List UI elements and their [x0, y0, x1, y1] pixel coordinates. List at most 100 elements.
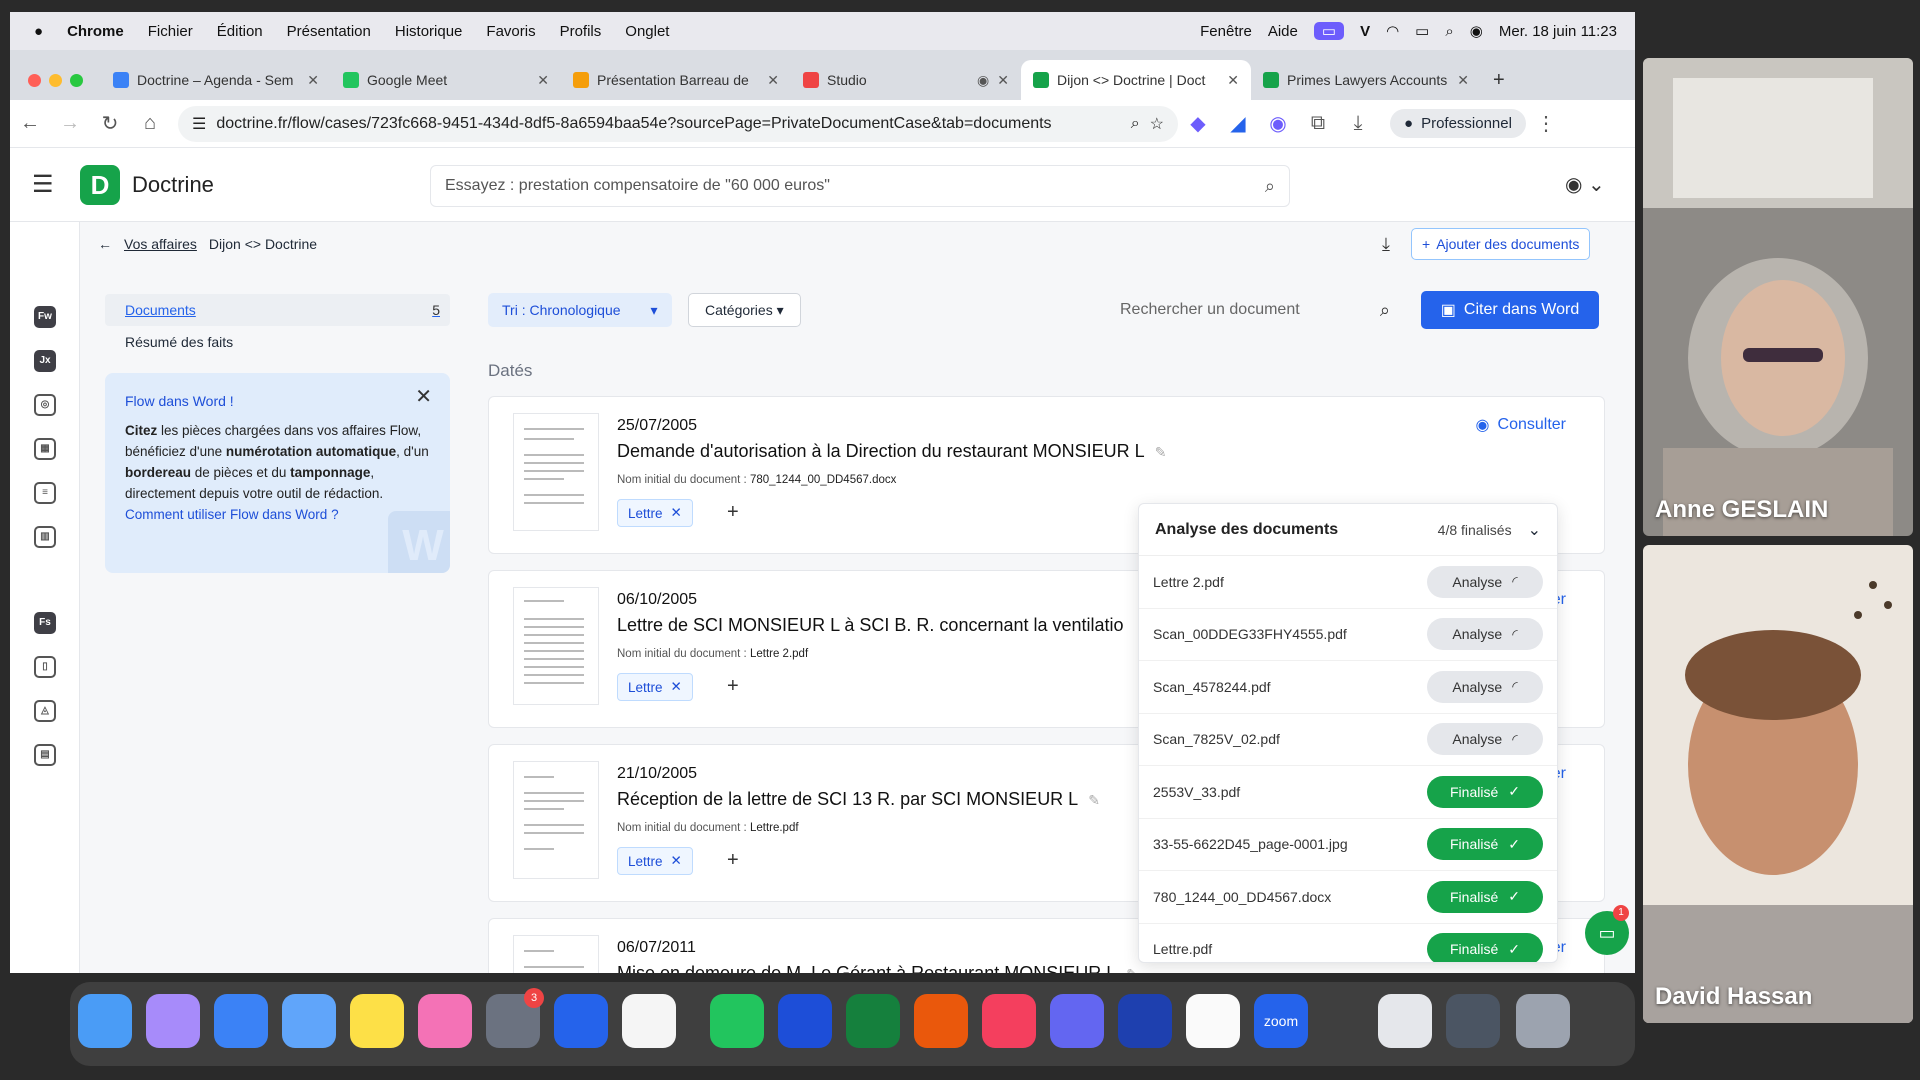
menu-item[interactable]: Onglet — [625, 23, 669, 40]
rail-document-icon[interactable]: ▯ — [34, 656, 56, 678]
pencil-icon[interactable]: ✎ — [1155, 444, 1167, 460]
remove-tag-icon[interactable]: ✕ — [671, 679, 682, 695]
browser-tab[interactable]: Présentation Barreau de ✕ — [561, 60, 791, 100]
browser-tab[interactable]: Google Meet ✕ — [331, 60, 561, 100]
trash-icon[interactable] — [1516, 994, 1570, 1048]
rail-fs-icon[interactable]: Fs — [34, 612, 56, 634]
categories-dropdown[interactable]: Catégories ▾ — [688, 293, 801, 327]
menu-item[interactable]: Historique — [395, 23, 463, 40]
close-tab-icon[interactable]: ✕ — [307, 72, 319, 89]
pencil-icon[interactable]: ✎ — [1088, 792, 1100, 808]
slack-icon[interactable] — [1186, 994, 1240, 1048]
finder-icon[interactable] — [78, 994, 132, 1048]
browser-tab[interactable]: Studio ◉ ✕ — [791, 60, 1021, 100]
rail-flow-icon[interactable]: Fw — [34, 306, 56, 328]
close-tab-icon[interactable]: ✕ — [1227, 72, 1239, 89]
search-icon[interactable]: ⌕ — [1265, 176, 1275, 197]
menu-item[interactable]: Profils — [560, 23, 602, 40]
zoom-icon[interactable]: zoom — [1254, 994, 1308, 1048]
extension-icon[interactable]: ◢ — [1218, 111, 1258, 136]
menu-item[interactable]: Édition — [217, 23, 263, 40]
extension-icon[interactable]: ◆ — [1178, 111, 1218, 136]
vectorworks-icon[interactable]: V — [1360, 23, 1370, 40]
documents-folder-icon[interactable] — [1378, 994, 1432, 1048]
bookmark-star-icon[interactable]: ☆ — [1150, 114, 1164, 134]
maximize-window-icon[interactable] — [70, 73, 83, 87]
new-tab-button[interactable]: + — [1481, 60, 1521, 100]
sidenav-item-documents[interactable]: Documents 5 — [105, 294, 450, 326]
launchpad-icon[interactable] — [146, 994, 200, 1048]
menu-item[interactable]: Favoris — [486, 23, 535, 40]
mail-icon[interactable] — [282, 994, 336, 1048]
add-tag-icon[interactable]: + — [727, 675, 739, 698]
wave-app-icon[interactable] — [1118, 994, 1172, 1048]
consult-button[interactable]: ◉ Consulter — [1476, 415, 1566, 435]
participant-video-tile[interactable]: David Hassan — [1643, 545, 1913, 1023]
menu-hamburger-icon[interactable]: ☰ — [32, 170, 54, 199]
close-tab-icon[interactable]: ✕ — [767, 72, 779, 89]
user-menu-icon[interactable]: ◉ ⌄ — [1565, 172, 1605, 197]
add-documents-button[interactable]: + Ajouter des documents — [1411, 228, 1591, 260]
category-tag[interactable]: Lettre ✕ — [617, 499, 693, 527]
extension-icon[interactable]: ◉ — [1258, 111, 1298, 136]
rail-location-icon[interactable]: ◎ — [34, 394, 56, 416]
messages-icon[interactable] — [710, 994, 764, 1048]
chrome-icon[interactable] — [622, 994, 676, 1048]
search-icon[interactable]: ⌕ — [1445, 23, 1453, 40]
document-title[interactable]: Lettre de SCI MONSIEUR L à SCI B. R. con… — [617, 615, 1124, 636]
document-title[interactable]: Réception de la lettre de SCI 13 R. par … — [617, 789, 1100, 810]
control-center-icon[interactable]: ◉ — [1470, 22, 1483, 40]
home-icon[interactable]: ⌂ — [130, 112, 170, 135]
teams-icon[interactable] — [1050, 994, 1104, 1048]
app-store-icon[interactable] — [554, 994, 608, 1048]
profile-button[interactable]: ● Professionnel — [1390, 109, 1526, 138]
breadcrumb-link[interactable]: Vos affaires — [124, 236, 197, 252]
photos-icon[interactable] — [418, 994, 472, 1048]
safari-icon[interactable] — [214, 994, 268, 1048]
browser-tab[interactable]: Primes Lawyers Accounts ✕ — [1251, 60, 1481, 100]
powerpoint-icon[interactable] — [914, 994, 968, 1048]
rail-jurisprudence-icon[interactable]: Jx — [34, 350, 56, 372]
close-tab-icon[interactable]: ✕ — [1457, 72, 1469, 89]
brand-name[interactable]: Doctrine — [132, 172, 214, 198]
notes-icon[interactable] — [350, 994, 404, 1048]
screen-share-icon[interactable]: ▭ — [1313, 22, 1345, 40]
search-icon[interactable]: ⌕ — [1380, 300, 1390, 321]
participant-video-tile[interactable]: Anne GESLAIN — [1643, 58, 1913, 536]
url-field[interactable]: ☰ doctrine.fr/flow/cases/723fc668-9451-4… — [178, 105, 1178, 142]
download-icon[interactable]: ⤓ — [1382, 234, 1390, 255]
document-thumbnail[interactable] — [513, 935, 599, 973]
doctrine-logo[interactable]: D — [80, 165, 120, 205]
site-info-icon[interactable]: ☰ — [192, 114, 206, 134]
excel-icon[interactable] — [846, 994, 900, 1048]
close-icon[interactable]: ✕ — [415, 387, 432, 408]
category-tag[interactable]: Lettre ✕ — [617, 673, 693, 701]
remove-tag-icon[interactable]: ✕ — [671, 505, 682, 521]
document-thumbnail[interactable] — [513, 587, 599, 705]
sort-dropdown[interactable]: Tri : Chronologique ▾ — [488, 293, 672, 327]
minimize-window-icon[interactable] — [49, 73, 62, 87]
rail-bookmarks-icon[interactable]: ▤ — [34, 744, 56, 766]
promo-link[interactable]: Comment utiliser Flow dans Word ? — [125, 504, 430, 525]
music-icon[interactable] — [982, 994, 1036, 1048]
close-tab-icon[interactable]: ✕ — [997, 72, 1009, 89]
menu-app-name[interactable]: Chrome — [67, 23, 124, 40]
document-thumbnail[interactable] — [513, 413, 599, 531]
download-icon[interactable]: ⤓ — [1338, 112, 1378, 135]
forward-icon[interactable]: → — [50, 112, 90, 135]
category-tag[interactable]: Lettre ✕ — [617, 847, 693, 875]
global-search-input[interactable]: Essayez : prestation compensatoire de "6… — [430, 165, 1290, 207]
back-arrow-icon[interactable]: ← — [98, 236, 112, 252]
rail-book-icon[interactable]: ▥ — [34, 526, 56, 548]
rail-table-icon[interactable]: ▦ — [34, 438, 56, 460]
document-search-input[interactable]: Rechercher un document ⌕ — [1120, 293, 1390, 327]
add-tag-icon[interactable]: + — [727, 849, 739, 872]
close-tab-icon[interactable]: ✕ — [537, 72, 549, 89]
chevron-down-icon[interactable]: ⌄ — [1528, 520, 1541, 540]
sidenav-item-resume[interactable]: Résumé des faits — [105, 326, 450, 358]
clock[interactable]: Mer. 18 juin 11:23 — [1499, 23, 1617, 40]
document-title[interactable]: Demande d'autorisation à la Direction du… — [617, 441, 1166, 462]
browser-tab[interactable]: Doctrine – Agenda - Sem ✕ — [101, 60, 331, 100]
reload-icon[interactable]: ↻ — [90, 111, 130, 136]
back-icon[interactable]: ← — [10, 112, 50, 135]
